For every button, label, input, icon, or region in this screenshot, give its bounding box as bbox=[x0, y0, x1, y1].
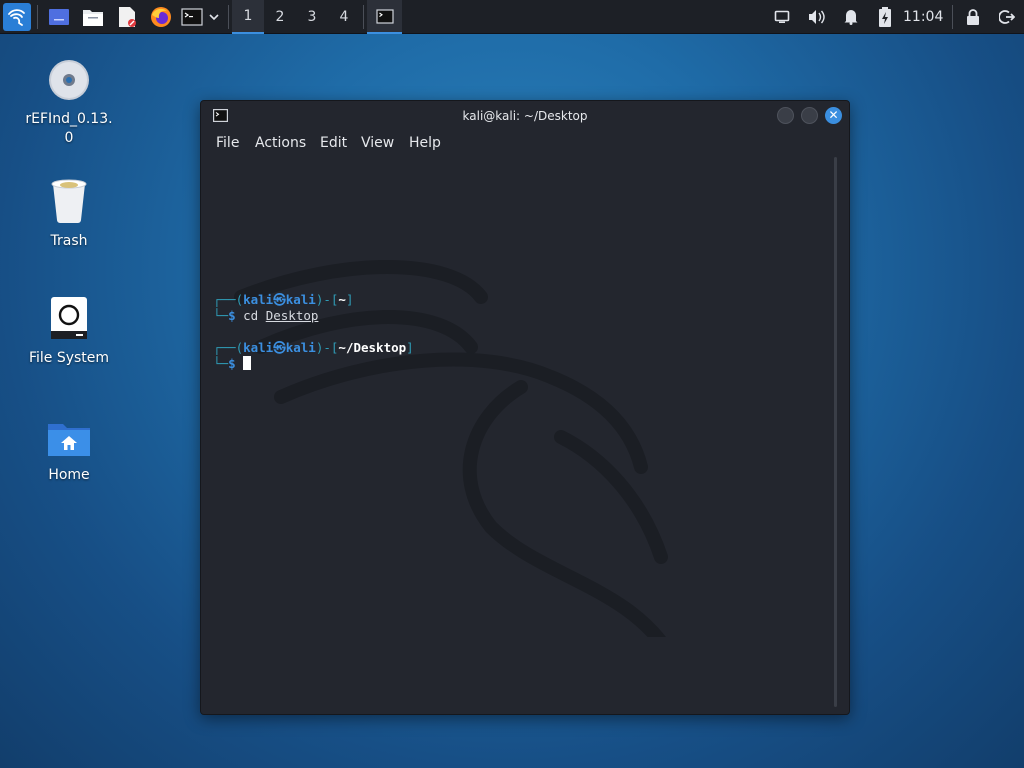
battery-icon[interactable] bbox=[874, 4, 896, 30]
desktop-icon-home[interactable]: Home bbox=[24, 418, 114, 485]
workspace-4[interactable]: 4 bbox=[328, 0, 360, 34]
panel-separator bbox=[228, 5, 229, 29]
prompt-host: kali bbox=[285, 340, 316, 355]
prompt-mid: )-[ bbox=[315, 292, 339, 307]
command-line-2[interactable]: └─$ bbox=[213, 340, 252, 372]
logout-icon[interactable] bbox=[996, 4, 1018, 30]
workspace-2[interactable]: 2 bbox=[264, 0, 296, 34]
desktop-icon-refind[interactable]: rEFInd_0.13.0 bbox=[24, 58, 114, 148]
menu-file[interactable]: File bbox=[216, 131, 239, 155]
desktop-icon-label: Trash bbox=[50, 233, 88, 249]
notification-bell-icon[interactable] bbox=[840, 4, 862, 30]
desktop-icon-label: Home bbox=[48, 467, 90, 483]
prompt-at: ㉿ bbox=[273, 340, 286, 355]
workspace-3[interactable]: 3 bbox=[296, 0, 328, 34]
terminal-window[interactable]: kali@kali: ~/Desktop ✕ File Actions Edit… bbox=[200, 100, 850, 715]
firefox-icon[interactable] bbox=[148, 4, 174, 30]
prompt-path: ~ bbox=[338, 292, 346, 307]
desktop-icon-label: rEFInd_0.13.0 bbox=[25, 111, 113, 146]
prompt-dollar: $ bbox=[228, 308, 236, 323]
scrollbar[interactable] bbox=[834, 157, 837, 707]
chevron-down-icon[interactable] bbox=[205, 4, 223, 30]
taskbar-terminal-button[interactable] bbox=[367, 0, 402, 34]
command-line-1: └─$ cd Desktop bbox=[213, 292, 318, 324]
prompt-path: ~/Desktop bbox=[338, 340, 407, 355]
kali-menu-icon[interactable] bbox=[3, 3, 31, 31]
window-titlebar[interactable]: kali@kali: ~/Desktop ✕ bbox=[201, 101, 849, 131]
show-desktop-icon[interactable] bbox=[46, 4, 72, 30]
terminal-icon bbox=[375, 8, 394, 24]
display-icon[interactable] bbox=[772, 4, 792, 30]
close-button[interactable]: ✕ bbox=[825, 107, 842, 124]
window-title: kali@kali: ~/Desktop bbox=[462, 109, 588, 123]
panel-separator bbox=[952, 5, 953, 29]
clock[interactable]: 11:04 bbox=[903, 0, 943, 34]
prompt-prefix: └─ bbox=[213, 308, 229, 323]
panel-separator bbox=[363, 5, 364, 29]
menu-view[interactable]: View bbox=[361, 131, 394, 155]
desktop-icon-label: File System bbox=[28, 350, 110, 366]
disc-icon bbox=[49, 60, 89, 100]
close-icon: ✕ bbox=[828, 108, 839, 122]
minimize-button[interactable] bbox=[777, 107, 794, 124]
menu-actions[interactable]: Actions bbox=[255, 131, 306, 155]
text-editor-icon[interactable] bbox=[114, 4, 140, 30]
file-manager-icon[interactable] bbox=[80, 4, 106, 30]
prompt-prefix: └─ bbox=[213, 356, 229, 371]
menu-bar: File Actions Edit View Help bbox=[201, 131, 849, 157]
terminal-output[interactable]: ┌──(kali㉿kali)-[~] └─$ cd Desktop ┌──(ka… bbox=[201, 157, 849, 714]
menu-help[interactable]: Help bbox=[409, 131, 441, 155]
drive-icon bbox=[51, 297, 87, 339]
prompt-close: ] bbox=[345, 292, 354, 307]
workspace-1[interactable]: 1 bbox=[232, 0, 264, 34]
panel-separator bbox=[37, 5, 38, 29]
command-arg: Desktop bbox=[265, 308, 319, 323]
terminal-icon[interactable] bbox=[180, 4, 204, 30]
menu-edit[interactable]: Edit bbox=[320, 131, 347, 155]
command-text: cd bbox=[243, 308, 259, 323]
lock-icon[interactable] bbox=[962, 4, 984, 30]
text-cursor bbox=[243, 356, 252, 370]
home-folder-icon bbox=[48, 424, 90, 456]
prompt-mid: )-[ bbox=[315, 340, 339, 355]
trash-icon bbox=[51, 179, 87, 223]
maximize-button[interactable] bbox=[801, 107, 818, 124]
top-panel: 1 2 3 4 11:04 bbox=[0, 0, 1024, 34]
prompt-dollar: $ bbox=[228, 356, 236, 371]
prompt-close: ] bbox=[406, 340, 414, 355]
volume-icon[interactable] bbox=[806, 4, 828, 30]
desktop-icon-file-system[interactable]: File System bbox=[24, 295, 114, 368]
desktop-icon-trash[interactable]: Trash bbox=[24, 176, 114, 251]
